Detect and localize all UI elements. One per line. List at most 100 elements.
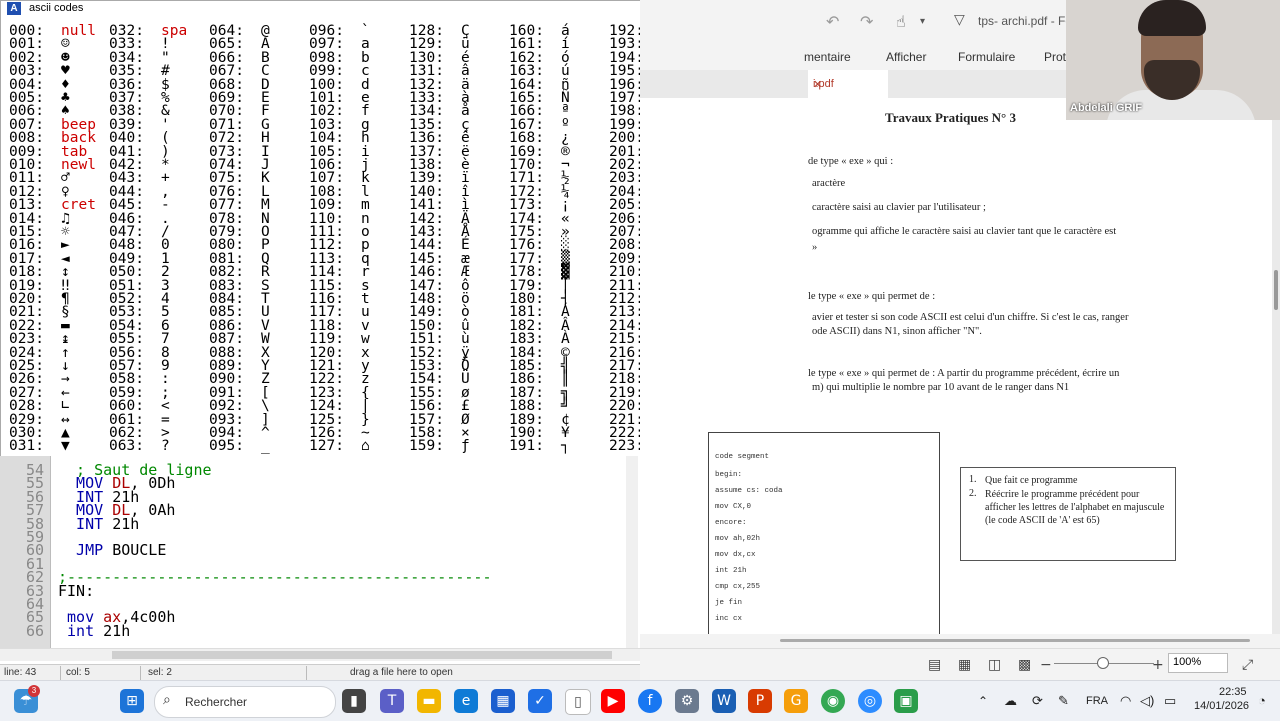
- code-line[interactable]: FIN:: [58, 581, 95, 600]
- editor-status-bar: line: 43 col: 5 sel: 2 drag a file here …: [0, 664, 640, 681]
- questions-box: 1. Que fait ce programme 2. Réécrire le …: [960, 467, 1176, 561]
- edit-icon[interactable]: ✎: [1058, 693, 1069, 709]
- pdf-horizontal-scrollbar[interactable]: [680, 636, 1272, 644]
- todo-icon[interactable]: ✓: [528, 689, 552, 713]
- code-line: assume cs: coda: [715, 487, 783, 495]
- clock-time[interactable]: 22:35: [1219, 686, 1247, 698]
- search-icon: ⌕: [163, 692, 171, 708]
- ascii-code: 063:: [109, 438, 144, 455]
- code-token: ;---------------------------------------…: [58, 568, 492, 587]
- question-number: 1.: [969, 474, 977, 485]
- onedrive-icon[interactable]: ☁: [1004, 693, 1017, 709]
- continuous-two-page-icon[interactable]: ▩: [1018, 657, 1031, 673]
- settings-icon[interactable]: ⚙: [675, 689, 699, 713]
- language-indicator[interactable]: FRA: [1086, 695, 1108, 707]
- hand-tool-icon[interactable]: ☝: [896, 12, 906, 31]
- notification-badge: 3: [28, 685, 40, 697]
- question-text: Réécrire le programme précédent pour aff…: [985, 489, 1165, 526]
- webcam-name-label: Abdelali GRIF: [1070, 102, 1143, 114]
- zoom-slider-handle[interactable]: [1097, 657, 1109, 669]
- fullscreen-icon[interactable]: ⤢: [1242, 657, 1253, 673]
- dropdown-icon[interactable]: ▽: [954, 12, 965, 28]
- close-icon[interactable]: ✕: [813, 78, 822, 91]
- text-line: ode ASCII) dans N1, sinon afficher "N".: [812, 326, 982, 337]
- pdf-app-icon[interactable]: P: [748, 689, 772, 713]
- search-label: Rechercher: [185, 695, 248, 709]
- code-line[interactable]: INT 21h: [58, 516, 139, 531]
- status-selection: sel: 2: [148, 667, 172, 678]
- two-page-icon[interactable]: ◫: [988, 657, 1001, 673]
- line-number-gutter: 54 55 56 57 58 59 60 61 62 63 64 65 66: [0, 456, 51, 648]
- code-editor[interactable]: 54 55 56 57 58 59 60 61 62 63 64 65 66 ; Saut de lig…: [0, 456, 640, 664]
- chevron-up-icon[interactable]: ⌃: [978, 694, 988, 708]
- text-line: de type « exe » qui :: [808, 156, 894, 167]
- notifications-icon[interactable]: ◔: [1258, 693, 1266, 708]
- document-tab[interactable]: i.pdf ✕: [808, 70, 888, 98]
- volume-icon[interactable]: ◁): [1140, 693, 1154, 709]
- clock-date[interactable]: 14/01/2026: [1194, 700, 1249, 712]
- start-icon[interactable]: ⊞: [120, 689, 144, 713]
- facebook-icon[interactable]: f: [638, 689, 662, 713]
- ribbon-tab-protection[interactable]: Prot: [1044, 50, 1066, 64]
- store-icon[interactable]: ▦: [491, 689, 515, 713]
- wifi-icon[interactable]: ◠: [1120, 693, 1131, 709]
- ribbon-tab-commentaire[interactable]: mentaire: [804, 50, 851, 64]
- code-token: int: [58, 621, 104, 640]
- text-line: caractère saisi au clavier par l'utilisa…: [812, 202, 986, 213]
- chevron-down-icon[interactable]: ▾: [920, 16, 925, 27]
- editor-vertical-scrollbar[interactable]: [626, 456, 638, 648]
- sync-icon[interactable]: ⟳: [1032, 693, 1043, 709]
- ascii-code: 031:: [9, 438, 44, 455]
- single-page-icon[interactable]: ▤: [928, 657, 941, 673]
- code-area[interactable]: ; Saut de ligne MOV DL, 0Dh INT 21h MOV …: [58, 456, 628, 648]
- ascii-code: 127:: [309, 438, 344, 455]
- zoom-app-icon[interactable]: ◎: [858, 689, 882, 713]
- emu8086-icon[interactable]: ▣: [894, 689, 918, 713]
- code-line: mov ah,02h: [715, 535, 761, 543]
- chrome-icon[interactable]: ◉: [821, 689, 845, 713]
- zoom-in-icon[interactable]: +: [1152, 657, 1164, 673]
- youtube-icon[interactable]: ▶: [601, 689, 625, 713]
- continuous-page-icon[interactable]: ▦: [958, 657, 971, 673]
- code-line: begin:: [715, 471, 743, 479]
- status-col: col: 5: [66, 667, 90, 678]
- text-line: ogramme qui affiche le caractère saisi a…: [812, 226, 1117, 237]
- battery-icon[interactable]: ▭: [1164, 693, 1176, 709]
- ascii-character: ┐: [561, 438, 570, 455]
- code-token: BOUCLE: [112, 541, 167, 560]
- code-line[interactable]: ;---------------------------------------…: [58, 568, 492, 587]
- foxit-icon[interactable]: G: [784, 689, 808, 713]
- code-line[interactable]: JMP BOUCLE: [58, 541, 167, 560]
- word-icon[interactable]: W: [712, 689, 736, 713]
- divider: [140, 666, 141, 680]
- redo-icon[interactable]: ↷: [860, 12, 873, 31]
- ribbon-tab-formulaire[interactable]: Formulaire: [958, 50, 1015, 64]
- teams-icon[interactable]: T: [380, 689, 404, 713]
- undo-icon[interactable]: ↶: [826, 12, 839, 31]
- file-explorer-icon[interactable]: ▬: [417, 689, 441, 713]
- task-view-icon[interactable]: ▮: [342, 689, 366, 713]
- pdf-vertical-scrollbar[interactable]: [1272, 98, 1280, 634]
- ascii-character: ƒ: [461, 438, 470, 455]
- code-line[interactable]: int 21h: [58, 621, 131, 640]
- ascii-character: ?: [161, 438, 170, 455]
- code-line: je fin: [715, 599, 743, 607]
- zoom-select[interactable]: 100%: [1168, 653, 1228, 673]
- notepad-icon[interactable]: ▯: [565, 689, 591, 715]
- status-line: line: 43: [4, 667, 37, 678]
- text-line: aractère: [812, 178, 846, 189]
- code-token: FIN:: [58, 581, 95, 600]
- code-token: 21h: [103, 621, 131, 640]
- editor-horizontal-scrollbar[interactable]: [0, 648, 640, 661]
- taskbar-search[interactable]: ⌕ Rechercher: [154, 686, 336, 718]
- zoom-out-icon[interactable]: −: [1040, 657, 1052, 673]
- edge-icon[interactable]: e: [454, 689, 478, 713]
- code-listing: code segment begin: assume cs: coda mov …: [708, 432, 940, 634]
- drop-file-hint: drag a file here to open: [350, 667, 453, 678]
- scroll-thumb[interactable]: [112, 651, 612, 659]
- pdf-page: Travaux Pratiques N° 3 de type « exe » q…: [640, 98, 1272, 634]
- ribbon-tab-afficher[interactable]: Afficher: [886, 50, 926, 64]
- scroll-thumb[interactable]: [780, 639, 1250, 642]
- ascii-code: 095:: [209, 438, 244, 455]
- scroll-thumb[interactable]: [1274, 270, 1278, 310]
